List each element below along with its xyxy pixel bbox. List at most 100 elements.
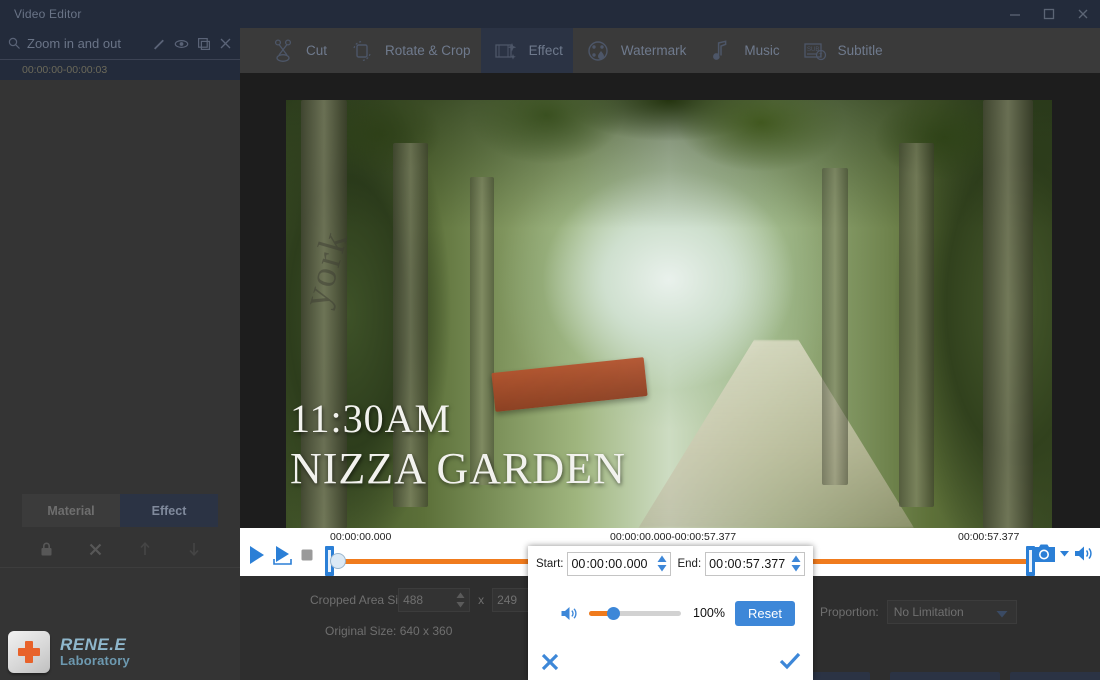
- dropdown-caret-icon[interactable]: [1059, 549, 1070, 558]
- tree-trunk: [822, 168, 848, 485]
- volume-icon[interactable]: [1073, 544, 1094, 563]
- video-editor-window: Video Editor Zoom in and out: [0, 0, 1100, 680]
- play-icon[interactable]: [246, 544, 266, 566]
- effect-panel-actions: [152, 37, 232, 51]
- pencil-icon[interactable]: [152, 37, 166, 51]
- start-hours: 00: [571, 557, 585, 571]
- sidebar-divider: [0, 567, 240, 568]
- end-hours: 00: [709, 557, 723, 571]
- end-seconds: :57: [742, 557, 759, 571]
- timeline-labels: 00:00:00.000 00:00:00.000-00:00:57.377 0…: [240, 531, 1100, 546]
- rotate-crop-icon: [347, 36, 377, 66]
- video-overlay-place: NIZZA GARDEN: [290, 443, 626, 494]
- toolbar-label-watermark: Watermark: [621, 43, 687, 58]
- proportion-label: Proportion:: [820, 605, 879, 619]
- crop-width-input[interactable]: 488: [398, 588, 470, 612]
- scissors-icon: [268, 36, 298, 66]
- crop-height-value: 249: [497, 593, 517, 607]
- move-down-icon[interactable]: [169, 541, 218, 557]
- end-minutes: :00: [724, 557, 741, 571]
- toolbar-item-subtitle[interactable]: SUBT Subtitle: [790, 28, 893, 73]
- start-minutes: :00: [586, 557, 603, 571]
- start-label: Start:: [536, 558, 563, 570]
- tree-trunk: [470, 177, 495, 485]
- snapshot-camera-icon[interactable]: [1032, 542, 1056, 564]
- garden-path: [638, 340, 914, 528]
- window-title: Video Editor: [14, 7, 82, 21]
- crop-size-separator: x: [478, 593, 484, 607]
- volume-row: 100% Reset: [528, 598, 813, 628]
- timeline-start-label: 00:00:00.000: [330, 531, 391, 543]
- logo-key-icon: [8, 631, 50, 673]
- park-bench: [491, 357, 647, 411]
- start-seconds: :00: [605, 557, 622, 571]
- video-preview[interactable]: york 11:30AM NIZZA GARDEN: [286, 100, 1052, 528]
- clip-item[interactable]: 00:00:00-00:00:03: [0, 60, 240, 80]
- trim-volume-popup: Start: 00 :00 :00 .000 End: 00 :00 :57 .…: [528, 546, 813, 680]
- toolbar-label-rotate-crop: Rotate & Crop: [385, 43, 471, 58]
- toolbar-label-music: Music: [744, 43, 779, 58]
- subtitle-icon: SUBT: [800, 36, 830, 66]
- time-range-row: Start: 00 :00 :00 .000 End: 00 :00 :57 .…: [528, 550, 813, 578]
- end-milliseconds: .377: [761, 557, 785, 571]
- volume-slider-knob[interactable]: [607, 607, 620, 620]
- start-time-input[interactable]: 00 :00 :00 .000: [567, 552, 671, 576]
- film-sparkle-icon: [491, 36, 521, 66]
- crop-width-stepper[interactable]: [456, 592, 465, 608]
- toolbar-label-effect: Effect: [529, 43, 563, 58]
- close-icon[interactable]: [219, 37, 232, 50]
- video-preview-container: york 11:30AM NIZZA GARDEN: [240, 73, 1100, 528]
- end-time-input[interactable]: 00 :00 :57 .377: [705, 552, 805, 576]
- popup-confirm-icon[interactable]: [779, 652, 801, 670]
- minimize-icon[interactable]: [998, 0, 1032, 28]
- cancel-button[interactable]: Cancel: [1010, 672, 1100, 680]
- timeline-playhead[interactable]: [330, 553, 346, 569]
- popup-cancel-icon[interactable]: [540, 652, 560, 672]
- music-note-icon: [706, 36, 736, 66]
- timeline-range-label: 00:00:00.000-00:00:57.377: [610, 531, 736, 543]
- tab-material[interactable]: Material: [22, 494, 120, 527]
- toolbar-item-cut[interactable]: Cut: [258, 28, 337, 73]
- toolbar-item-watermark[interactable]: Watermark: [573, 28, 697, 73]
- delete-icon[interactable]: [71, 542, 120, 557]
- volume-icon[interactable]: [560, 605, 579, 622]
- maximize-icon[interactable]: [1032, 0, 1066, 28]
- window-controls: [998, 0, 1100, 28]
- editor-toolbar: Cut Rotate & Crop Effect Watermark: [240, 28, 1100, 73]
- sidebar-tool-icons: [22, 532, 218, 566]
- toolbar-item-effect[interactable]: Effect: [481, 28, 573, 73]
- cropped-area-label: Cropped Area Si: [310, 593, 398, 607]
- playback-controls: [246, 544, 314, 566]
- tree-trunk: [899, 143, 934, 507]
- volume-percent: 100%: [693, 606, 725, 620]
- tab-effect[interactable]: Effect: [120, 494, 218, 527]
- toolbar-item-rotate-crop[interactable]: Rotate & Crop: [337, 28, 481, 73]
- search-icon: [8, 37, 21, 50]
- close-icon[interactable]: [1066, 0, 1100, 28]
- toolbar-item-music[interactable]: Music: [696, 28, 789, 73]
- copy-icon[interactable]: [197, 37, 211, 51]
- logo-line-2: Laboratory: [60, 654, 130, 668]
- start-time-stepper[interactable]: [657, 555, 667, 572]
- reset-button[interactable]: Reset: [735, 601, 795, 626]
- toolbar-label-cut: Cut: [306, 43, 327, 58]
- tree-trunk: [983, 100, 1033, 528]
- lock-icon[interactable]: [22, 541, 71, 557]
- proportion-select[interactable]: No Limitation: [887, 600, 1017, 624]
- effect-panel-title: Zoom in and out: [27, 36, 121, 51]
- stop-icon[interactable]: [300, 548, 314, 562]
- eye-icon[interactable]: [174, 37, 189, 51]
- toolbar-label-subtitle: Subtitle: [838, 43, 883, 58]
- chevron-down-icon: [996, 610, 1008, 618]
- volume-slider[interactable]: [589, 611, 681, 616]
- timeline-right-controls: [1032, 542, 1094, 564]
- play-selection-icon[interactable]: [272, 544, 294, 566]
- sidebar-tabs: Material Effect: [22, 494, 218, 527]
- window-title-bar: Video Editor: [0, 0, 1100, 28]
- left-sidebar: Zoom in and out 00:00:00-00:00:03: [0, 28, 240, 680]
- start-milliseconds: .000: [623, 557, 647, 571]
- end-time-stepper[interactable]: [791, 555, 801, 572]
- move-up-icon[interactable]: [120, 541, 169, 557]
- ok-button[interactable]: OK: [890, 672, 1000, 680]
- proportion-value: No Limitation: [894, 605, 964, 619]
